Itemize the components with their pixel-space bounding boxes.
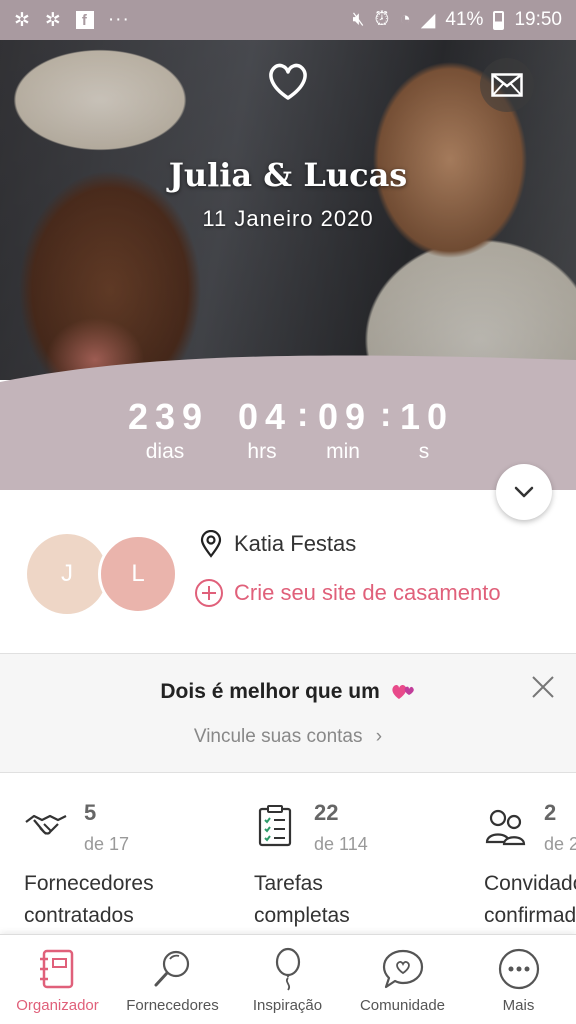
- countdown-minutes-label: min: [326, 440, 360, 463]
- alarm-icon: ⏰︎: [374, 9, 390, 30]
- nav-organizer[interactable]: Organizador: [0, 935, 115, 1024]
- stat-label: Convidados: [484, 872, 576, 895]
- more-icon: [498, 948, 540, 990]
- create-website-label: Crie seu site de casamento: [234, 580, 501, 605]
- checklist-icon: [258, 805, 292, 847]
- couple-names: Julia & Lucas: [168, 156, 408, 194]
- expand-button[interactable]: [496, 464, 552, 520]
- stat-label: Fornecedores: [24, 872, 154, 895]
- stat-label: Tarefas: [254, 872, 323, 895]
- notebook-icon: [40, 949, 74, 989]
- wifi-icon: ◔: [399, 9, 411, 30]
- countdown-seconds: 10: [400, 396, 455, 437]
- hearts-icon: [392, 685, 414, 700]
- stat-total: de 114: [314, 834, 368, 854]
- stat-count: 2: [544, 800, 557, 825]
- facebook-icon: f: [75, 11, 94, 29]
- hero-banner: Julia & Lucas 11 Janeiro 2020 239 04 : 0…: [0, 40, 576, 490]
- nav-label: Mais: [502, 997, 535, 1014]
- chevron-down-icon: [514, 486, 534, 498]
- nav-label: Fornecedores: [126, 997, 219, 1014]
- nav-label: Comunidade: [359, 997, 446, 1014]
- stat-label: completas: [254, 904, 350, 927]
- status-bar-notifications: ✲ ✲ f ···: [14, 9, 130, 32]
- battery-percent: 41%: [445, 9, 484, 30]
- location-pin-icon: [200, 530, 222, 558]
- handshake-icon: [25, 814, 67, 835]
- chevron-right-icon: ›: [375, 726, 383, 747]
- guests-icon: [485, 809, 526, 846]
- link-accounts-label: Vincule suas contas: [193, 726, 363, 747]
- nav-label: Organizador: [16, 997, 99, 1014]
- countdown-separator: :: [380, 396, 392, 434]
- stat-label: confirmados: [484, 904, 576, 927]
- balloon-icon: [275, 947, 301, 991]
- venue-row[interactable]: Katia Festas: [200, 530, 356, 558]
- bottom-navigation: Organizador Fornecedores Inspiração Comu…: [0, 934, 576, 1024]
- countdown-minutes: 09: [318, 396, 373, 437]
- link-accounts-link[interactable]: Vincule suas contas ›: [0, 726, 576, 748]
- close-icon[interactable]: [528, 672, 558, 702]
- stat-count: 5: [84, 800, 97, 825]
- link-accounts-banner: Dois é melhor que um Vincule suas contas…: [0, 653, 576, 773]
- search-icon: [154, 950, 190, 987]
- envelope-icon: [491, 73, 523, 97]
- nav-inspiration[interactable]: Inspiração: [230, 935, 345, 1024]
- countdown-separator: :: [297, 396, 309, 434]
- heart-logo-icon: [266, 62, 310, 102]
- status-bar-system: 🔇︎ ⏰︎ ◔ ◢ 41% 19:50: [353, 9, 563, 32]
- countdown-days: 239: [128, 396, 210, 437]
- notification-icon: ✲: [44, 9, 62, 31]
- signal-icon: ◢: [420, 9, 436, 31]
- battery-icon: [493, 10, 505, 30]
- wedding-date: 11 Janeiro 2020: [202, 206, 374, 231]
- notification-icon: ✲: [14, 9, 31, 31]
- nav-community[interactable]: Comunidade: [345, 935, 460, 1024]
- more-notifications-icon: ···: [107, 9, 130, 30]
- promo-title: Dois é melhor que um: [160, 680, 380, 703]
- status-bar: ✲ ✲ f ··· 🔇︎ ⏰︎ ◔ ◢ 41% 19:50: [0, 0, 576, 40]
- countdown-days-label: dias: [145, 440, 185, 463]
- nav-more[interactable]: Mais: [461, 935, 576, 1024]
- stat-count: 22: [314, 800, 339, 825]
- create-website-link[interactable]: Crie seu site de casamento: [194, 578, 501, 608]
- chat-heart-icon: [382, 949, 424, 989]
- avatar-partner-2[interactable]: L: [98, 534, 178, 614]
- clock: 19:50: [514, 9, 562, 30]
- stat-label: contratados: [24, 904, 134, 927]
- nav-vendors[interactable]: Fornecedores: [115, 935, 230, 1024]
- countdown-hours-label: hrs: [247, 440, 277, 463]
- countdown-hours: 04: [238, 396, 293, 437]
- stat-total: de 2: [544, 834, 576, 854]
- avatar-partner-1[interactable]: J: [27, 534, 107, 614]
- mute-icon: 🔇︎: [352, 9, 365, 30]
- messages-button[interactable]: [480, 58, 534, 112]
- countdown-seconds-label: s: [418, 440, 430, 463]
- plus-circle-icon: [195, 579, 223, 607]
- nav-label: Inspiração: [252, 997, 323, 1014]
- stat-total: de 17: [84, 834, 130, 854]
- venue-name: Katia Festas: [234, 531, 357, 556]
